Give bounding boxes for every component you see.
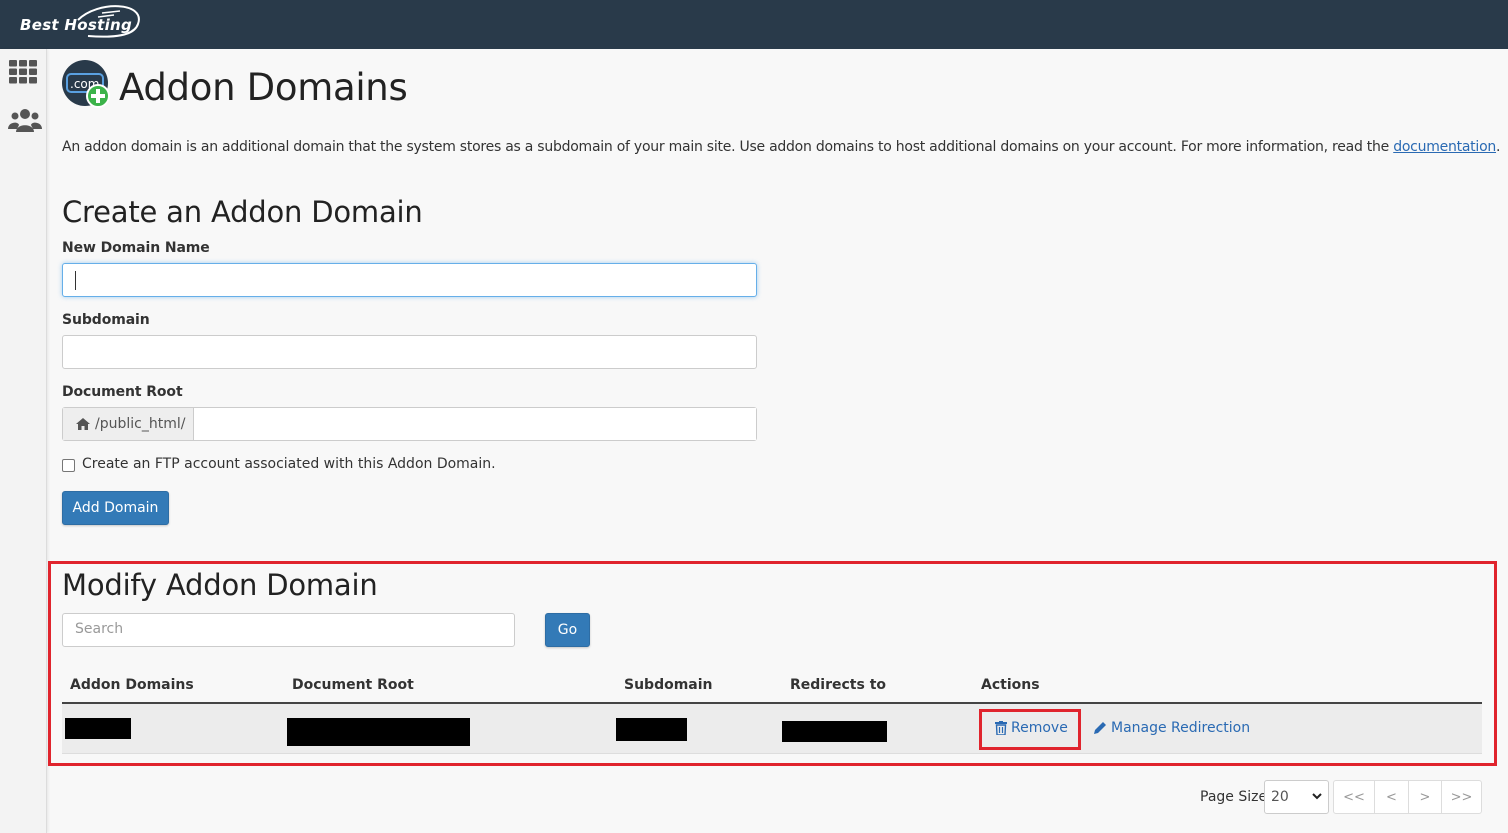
text-caret bbox=[75, 271, 76, 290]
sidebar bbox=[0, 49, 47, 833]
add-domain-button[interactable]: Add Domain bbox=[62, 491, 169, 525]
ftp-checkbox-row: Create an FTP account associated with th… bbox=[62, 456, 496, 472]
subdomain-input[interactable] bbox=[62, 335, 757, 369]
prev-page-button[interactable]: < bbox=[1375, 781, 1409, 813]
manage-redirection-label: Manage Redirection bbox=[1111, 720, 1251, 736]
ftp-checkbox-label[interactable]: Create an FTP account associated with th… bbox=[82, 456, 496, 472]
brand-logo[interactable]: Best Hosting bbox=[18, 4, 146, 40]
redacted-addon-domain bbox=[65, 718, 131, 739]
search-input[interactable]: Search bbox=[62, 613, 515, 647]
docroot-label: Document Root bbox=[62, 384, 183, 400]
page-size-label: Page Size bbox=[1200, 789, 1268, 805]
docroot-prefix-text: /public_html/ bbox=[95, 416, 186, 432]
chevron-down-icon bbox=[1312, 793, 1322, 800]
create-section-title: Create an Addon Domain bbox=[62, 195, 423, 229]
pencil-icon bbox=[1094, 722, 1106, 734]
first-page-button[interactable]: << bbox=[1334, 781, 1375, 813]
remove-label: Remove bbox=[1011, 720, 1068, 736]
col-header-subdomain[interactable]: Subdomain bbox=[624, 677, 713, 693]
home-icon bbox=[76, 418, 90, 430]
search-placeholder: Search bbox=[75, 621, 124, 637]
redacted-subdomain bbox=[616, 718, 687, 741]
documentation-link[interactable]: documentation bbox=[1393, 139, 1496, 155]
users-icon[interactable] bbox=[8, 107, 42, 135]
page-size-value: 20 bbox=[1271, 789, 1289, 805]
col-header-addon-domains[interactable]: Addon Domains bbox=[70, 677, 194, 693]
next-page-button[interactable]: > bbox=[1409, 781, 1442, 813]
addon-domain-icon: .com bbox=[62, 60, 112, 110]
new-domain-label: New Domain Name bbox=[62, 240, 210, 256]
ftp-checkbox[interactable] bbox=[62, 458, 75, 472]
col-header-actions: Actions bbox=[981, 677, 1040, 693]
page-size-select[interactable]: 20 bbox=[1264, 780, 1329, 814]
top-bar: Best Hosting bbox=[0, 0, 1508, 49]
col-header-document-root[interactable]: Document Root bbox=[292, 677, 414, 693]
modify-section-title: Modify Addon Domain bbox=[62, 568, 378, 602]
intro-body: An addon domain is an additional domain … bbox=[62, 139, 1394, 155]
intro-end: . bbox=[1496, 139, 1501, 155]
logo-text: Best Hosting bbox=[20, 16, 133, 34]
docroot-prefix: /public_html/ bbox=[63, 408, 194, 440]
docroot-input[interactable] bbox=[194, 408, 756, 440]
subdomain-label: Subdomain bbox=[62, 312, 150, 328]
grid-icon[interactable] bbox=[8, 59, 40, 87]
new-domain-input[interactable] bbox=[62, 263, 757, 297]
remove-link[interactable]: Remove bbox=[995, 720, 1068, 736]
intro-text: An addon domain is an additional domain … bbox=[62, 139, 1500, 155]
redacted-redirects-to bbox=[782, 721, 887, 742]
trash-icon bbox=[995, 721, 1007, 735]
docroot-input-group: /public_html/ bbox=[62, 407, 757, 441]
go-button[interactable]: Go bbox=[545, 613, 590, 647]
col-header-redirects-to[interactable]: Redirects to bbox=[790, 677, 886, 693]
last-page-button[interactable]: >> bbox=[1442, 781, 1481, 813]
table-row: Remove Manage Redirection bbox=[62, 704, 1482, 754]
manage-redirection-link[interactable]: Manage Redirection bbox=[1093, 720, 1250, 736]
page-title: Addon Domains bbox=[119, 66, 408, 109]
pagination: << < > >> bbox=[1333, 780, 1482, 814]
redacted-document-root bbox=[287, 718, 470, 746]
